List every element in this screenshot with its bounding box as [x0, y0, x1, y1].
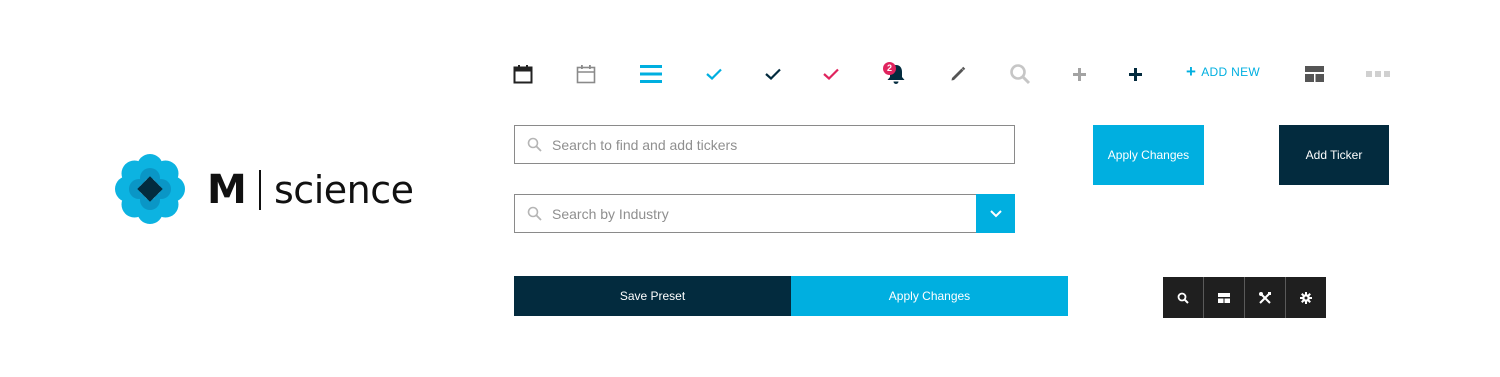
search-field-icon [527, 206, 542, 221]
layout-icon[interactable] [1305, 60, 1324, 88]
save-preset-button[interactable]: Save Preset [514, 276, 791, 316]
gear-icon [1300, 291, 1312, 304]
logo-divider [259, 170, 261, 210]
calendar-outline-icon[interactable] [576, 60, 596, 88]
notification-badge: 2 [883, 62, 896, 75]
toolbar-tools-button[interactable] [1245, 277, 1286, 318]
ticker-search-field[interactable] [514, 125, 1015, 164]
plus-gray-icon[interactable] [1073, 60, 1086, 88]
chevron-down-icon [989, 209, 1002, 217]
toolbar-settings-button[interactable] [1286, 277, 1326, 318]
add-new-label: ADD NEW [1201, 65, 1261, 79]
logo-letter: M [207, 167, 247, 213]
add-new-plus-icon: + [1186, 62, 1197, 81]
apply-changes-bottom-button[interactable]: Apply Changes [791, 276, 1068, 316]
plus-navy-icon[interactable] [1129, 60, 1142, 88]
logo-wordmark: science [274, 168, 414, 212]
add-new-button[interactable]: + ADD NEW [1186, 62, 1261, 81]
industry-dropdown-button[interactable] [976, 194, 1015, 233]
check-cyan-icon[interactable] [706, 60, 722, 88]
add-ticker-button[interactable]: Add Ticker [1279, 125, 1389, 185]
more-icon[interactable] [1366, 60, 1390, 88]
industry-search-field[interactable] [514, 194, 1015, 233]
pencil-icon[interactable] [949, 60, 967, 88]
search-icon [1177, 292, 1189, 304]
industry-search-input[interactable] [552, 195, 972, 232]
action-toolbar [1163, 277, 1326, 318]
ticker-search-input[interactable] [552, 126, 972, 163]
layout-icon [1218, 292, 1230, 303]
logo-mark [115, 154, 185, 224]
check-navy-icon[interactable] [765, 60, 781, 88]
toolbar-layout-button[interactable] [1204, 277, 1245, 318]
toolbar-search-button[interactable] [1163, 277, 1204, 318]
search-icon[interactable] [1009, 60, 1031, 88]
menu-icon[interactable] [640, 60, 662, 88]
tools-icon [1259, 291, 1271, 304]
apply-changes-button[interactable]: Apply Changes [1093, 125, 1204, 185]
calendar-icon[interactable] [513, 60, 533, 88]
check-pink-icon[interactable] [823, 60, 839, 88]
search-field-icon [527, 137, 542, 152]
